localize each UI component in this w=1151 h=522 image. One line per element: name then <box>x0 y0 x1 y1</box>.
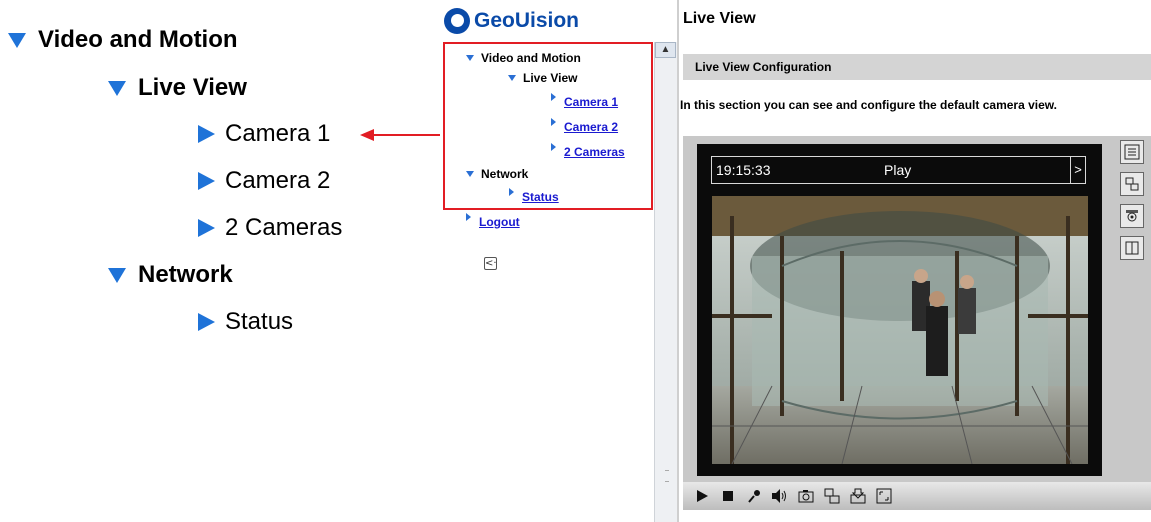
door-io-icon[interactable] <box>1120 236 1144 260</box>
callout-2-cameras: 2 Cameras <box>198 214 342 242</box>
callout-camera-1: Camera 1 <box>198 120 330 148</box>
bullet-arrow-icon <box>466 213 471 221</box>
bullet-arrow-icon <box>551 93 556 101</box>
page-title: Live View <box>683 10 756 27</box>
save-icon[interactable] <box>847 485 869 507</box>
bullet-triangle-icon <box>198 172 215 190</box>
callout-live-view: Live View <box>108 74 247 102</box>
status-link[interactable]: Status <box>522 190 559 204</box>
nav-item-network[interactable]: Network <box>466 167 528 181</box>
speaker-icon[interactable] <box>769 485 791 507</box>
section-description: In this section you can see and configur… <box>680 98 1057 112</box>
nav-item-live-view[interactable]: Live View <box>508 71 577 85</box>
nav-label: Network <box>481 167 529 181</box>
scroll-up-arrow-icon[interactable]: ▲ <box>655 42 676 58</box>
camera-feed-image <box>712 196 1088 464</box>
expanded-triangle-icon <box>8 32 26 48</box>
callout-label: Live View <box>138 74 247 101</box>
stop-icon[interactable] <box>717 485 739 507</box>
expanded-triangle-icon <box>108 267 126 283</box>
collapse-menu-button[interactable]: <· <box>484 257 497 270</box>
switch-view-icon[interactable] <box>821 485 843 507</box>
expand-arrow-icon <box>466 55 474 61</box>
logo-text: GeoUision <box>474 9 580 32</box>
section-header: Live View Configuration <box>683 54 1151 80</box>
callout-camera-2: Camera 2 <box>198 167 330 195</box>
geovision-logo-icon <box>444 8 470 34</box>
live-viewer: 19:15:33 Play > <box>683 136 1151 510</box>
play-icon[interactable] <box>691 485 713 507</box>
2-cameras-link[interactable]: 2 Cameras <box>564 145 625 159</box>
callout-label: Camera 2 <box>225 167 331 194</box>
bottom-toolbar <box>683 482 1151 510</box>
nav-item-video-and-motion[interactable]: Video and Motion <box>466 51 581 65</box>
pointer-arrow-icon <box>360 129 440 141</box>
nav-item-status[interactable]: Status <box>509 188 559 204</box>
callout-label: Camera 1 <box>225 120 331 147</box>
side-toolbar <box>1120 140 1148 268</box>
ptz-camera-icon[interactable] <box>1120 204 1144 228</box>
snapshot-icon[interactable] <box>795 485 817 507</box>
callout-network: Network <box>108 261 233 289</box>
video-status: Play <box>884 162 912 178</box>
callout-status: Status <box>198 308 293 336</box>
callout-label: Status <box>225 308 294 335</box>
expand-arrow-icon <box>508 75 516 81</box>
camera-2-link[interactable]: Camera 2 <box>564 120 618 134</box>
nav-highlight-box <box>443 42 653 210</box>
bullet-arrow-icon <box>551 118 556 126</box>
callout-label: 2 Cameras <box>225 214 343 241</box>
callout-label: Network <box>138 261 233 288</box>
expanded-triangle-icon <box>108 80 126 96</box>
logout-link[interactable]: Logout <box>479 215 520 229</box>
nav-item-camera-2[interactable]: Camera 2 <box>551 118 618 134</box>
panel-divider <box>677 0 679 522</box>
video-screen[interactable]: 19:15:33 Play > <box>697 144 1102 476</box>
video-timestamp: 19:15:33 <box>716 162 771 178</box>
fullscreen-icon[interactable] <box>873 485 895 507</box>
bullet-triangle-icon <box>198 125 215 143</box>
callout-video-and-motion: Video and Motion <box>8 26 238 54</box>
callout-label: Video and Motion <box>38 26 238 53</box>
list-icon[interactable] <box>1120 140 1144 164</box>
video-osd-bar: 19:15:33 Play > <box>711 156 1086 184</box>
nav-item-logout[interactable]: Logout <box>466 213 520 229</box>
geovision-logo: GeoUision <box>444 8 579 34</box>
expand-arrow-icon <box>466 171 474 177</box>
nav-scrollbar[interactable]: ▲ <box>654 42 677 522</box>
nav-item-camera-1[interactable]: Camera 1 <box>551 93 618 109</box>
scroll-grip-icon <box>665 470 669 482</box>
nav-label: Video and Motion <box>481 51 581 65</box>
bullet-arrow-icon <box>551 143 556 151</box>
osd-next-button[interactable]: > <box>1070 157 1085 183</box>
bullet-triangle-icon <box>198 219 215 237</box>
enlarged-tree-callout: Video and Motion Live View Camera 1 Came… <box>0 0 430 522</box>
nav-item-2-cameras[interactable]: 2 Cameras <box>551 143 625 159</box>
camera-1-link[interactable]: Camera 1 <box>564 95 618 109</box>
swap-view-icon[interactable] <box>1120 172 1144 196</box>
bullet-arrow-icon <box>509 188 514 196</box>
nav-label: Live View <box>523 71 578 85</box>
microphone-icon[interactable] <box>743 485 765 507</box>
bullet-triangle-icon <box>198 313 215 331</box>
